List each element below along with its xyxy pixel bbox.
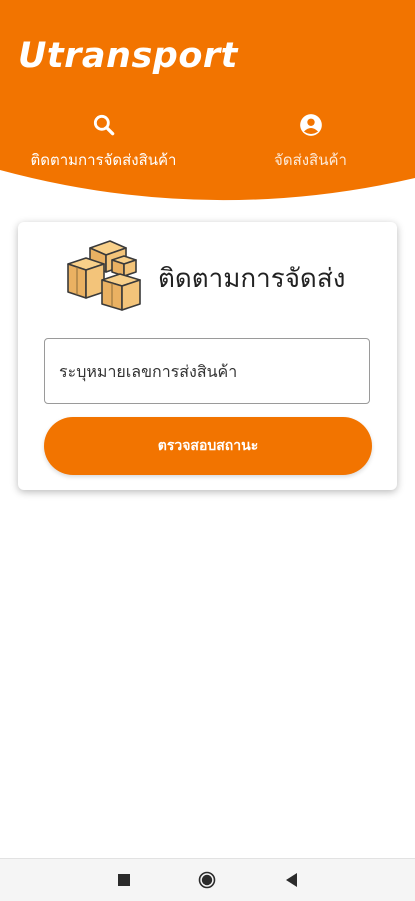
tab-track-shipment[interactable]: ติดตามการจัดส่งสินค้า xyxy=(0,112,207,172)
recents-square-icon[interactable] xyxy=(115,871,133,889)
boxes-icon xyxy=(67,240,141,311)
system-nav-bar xyxy=(0,858,415,901)
tab-track-label: ติดตามการจัดส่งสินค้า xyxy=(30,151,177,169)
back-triangle-icon[interactable] xyxy=(283,871,301,889)
check-status-button[interactable]: ตรวจสอบสถานะ xyxy=(44,417,372,475)
header-background xyxy=(0,0,415,201)
card-title: ติดตามการจัดส่ง xyxy=(158,264,346,294)
app-header: Utransport ติดตามการจัดส่งสินค้า จัดส่งส… xyxy=(0,0,415,205)
home-circle-icon[interactable] xyxy=(198,871,216,889)
tab-ship-goods[interactable]: จัดส่งสินค้า xyxy=(207,112,414,172)
tab-ship-label: จัดส่งสินค้า xyxy=(274,151,347,169)
tracking-card: ติดตามการจัดส่ง ตรวจสอบสถานะ xyxy=(18,222,397,490)
account-circle-icon xyxy=(299,114,322,136)
tracking-number-input[interactable] xyxy=(44,338,370,404)
search-icon xyxy=(93,114,114,136)
app-title: Utransport xyxy=(18,36,238,76)
